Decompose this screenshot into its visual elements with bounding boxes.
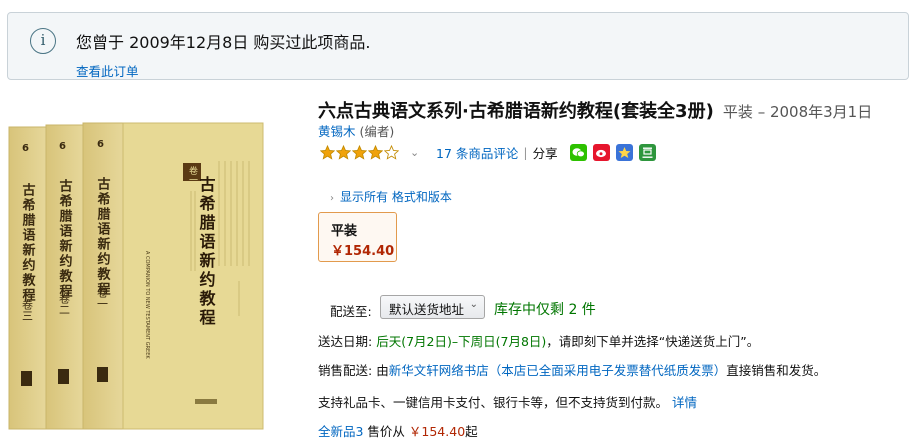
star-icon [384, 144, 399, 160]
payment-text: 支持礼品卡、一键信用卡支付、银行卡等，但不支持货到付款。 [318, 395, 669, 410]
product-title-row: 六点古典语文系列·古希腊语新约教程(套装全3册) 平装 – 2008年3月1日 [318, 97, 872, 123]
weibo-icon[interactable] [592, 143, 610, 161]
star-icon [368, 144, 383, 160]
notice-text: 您曾于 2009年12月8日 购买过此项商品. [76, 33, 371, 52]
front-title: 古希腊语新约教程 [197, 175, 216, 328]
spine-volume: 卷二 [58, 292, 71, 315]
delivery-label: 送达日期: [318, 334, 373, 349]
star-rating[interactable] [320, 144, 400, 160]
format-price: ￥154.40 [331, 244, 395, 259]
spine-title: 古希腊语新约教程 [57, 178, 74, 299]
seller-store-link[interactable]: 新华文轩网络书店（本店已全面采用电子发票替代纸质发票） [389, 363, 727, 378]
chevron-right-icon: › [330, 193, 334, 204]
ship-to-label: 配送至: [330, 304, 372, 319]
author-row: 黄锡木 (编者) [318, 121, 394, 140]
author-role: (编者) [359, 124, 395, 139]
binding-date: 平装 – 2008年3月1日 [722, 103, 873, 121]
book-cover-art: 6 6 6 古希腊语新约教程 古希腊语新约教程 古希腊语新约教程 卷三 卷二 卷… [8, 122, 264, 430]
new-offers-link[interactable]: 全新品3 [318, 424, 363, 439]
rating-row: ⌄ 17 条商品评论 | 分享 [320, 143, 662, 161]
offers-suffix: 起 [465, 424, 478, 439]
purchase-notice: i 您曾于 2009年12月8日 购买过此项商品. 查看此订单 [7, 12, 909, 80]
show-formats-label: 显示所有 格式和版本 [340, 190, 452, 204]
star-icon [336, 144, 351, 160]
share-label: 分享 [532, 145, 558, 161]
spine-title: 古希腊语新约教程 [20, 182, 37, 303]
offers-text: 售价从 [363, 424, 409, 439]
view-order-link[interactable]: 查看此订单 [76, 61, 139, 80]
delivery-dates: 后天(7月2日)–下周日(7月8日) [376, 334, 547, 349]
payment-details-link[interactable]: 详情 [672, 395, 697, 410]
show-formats-link[interactable]: › 显示所有 格式和版本 [330, 188, 452, 205]
chevron-down-icon[interactable]: ⌄ [410, 146, 420, 159]
delivery-line: 送达日期: 后天(7月2日)–下周日(7月8日)，请即刻下单并选择“快递送货上门… [318, 331, 759, 350]
offers-price: ￥154.40 [408, 424, 466, 439]
delivery-suffix: ，请即刻下单并选择“快递送货上门”。 [546, 334, 760, 349]
seller-suffix: 直接销售和发货。 [726, 363, 827, 378]
wechat-icon[interactable] [569, 143, 587, 161]
qzone-icon[interactable] [615, 143, 633, 161]
seller-prefix: 由 [376, 363, 389, 378]
seller-label: 销售配送: [318, 363, 373, 378]
spine-volume: 卷三 [21, 298, 34, 321]
separator: | [523, 144, 528, 160]
format-name: 平装 [331, 224, 358, 239]
ship-address-select[interactable]: 默认送货地址 ⌄ [380, 295, 485, 319]
douban-icon[interactable] [638, 143, 656, 161]
stock-status: 库存中仅剩 2 件 [494, 302, 596, 318]
ship-address-value: 默认送货地址 [389, 302, 465, 317]
spine-title: 古希腊语新约教程 [95, 176, 112, 297]
chevron-down-icon: ⌄ [469, 299, 478, 310]
star-icon [352, 144, 367, 160]
book-cover-image[interactable]: 6 6 6 古希腊语新约教程 古希腊语新约教程 古希腊语新约教程 卷三 卷二 卷… [7, 121, 265, 433]
review-count-link[interactable]: 17 条商品评论 [436, 143, 518, 162]
author-link[interactable]: 黄锡木 [318, 124, 356, 139]
spine-number: 6 [59, 141, 66, 152]
star-icon [320, 144, 335, 160]
spine-volume: 卷一 [96, 286, 109, 309]
product-title: 六点古典语文系列·古希腊语新约教程(套装全3册) [318, 101, 714, 122]
seller-line: 销售配送: 由新华文轩网络书店（本店已全面采用电子发票替代纸质发票）直接销售和发… [318, 360, 826, 379]
payment-line: 支持礼品卡、一键信用卡支付、银行卡等，但不支持货到付款。 详情 [318, 392, 697, 411]
spine-number: 6 [22, 143, 29, 154]
front-english-title: A COMPANION TO NEW TESTAMENT GREEK [144, 251, 150, 359]
offers-line: 全新品3 售价从 ￥154.40起 [318, 421, 478, 440]
format-option-paperback[interactable]: 平装 ￥154.40 [318, 212, 397, 262]
spine-number: 6 [97, 139, 104, 150]
info-icon: i [30, 28, 56, 54]
